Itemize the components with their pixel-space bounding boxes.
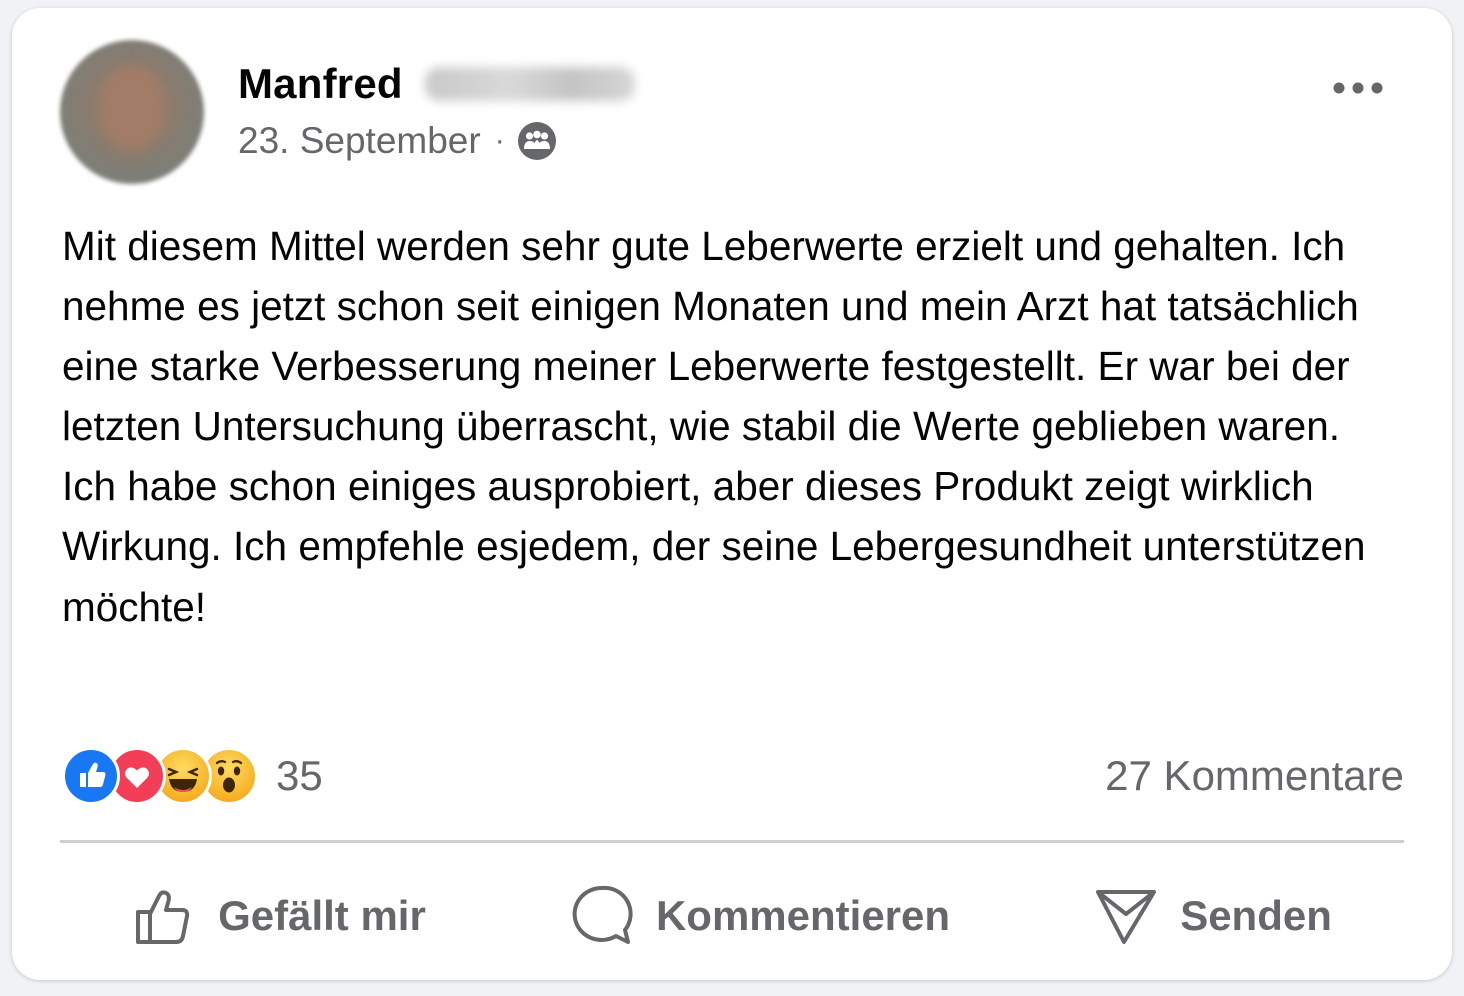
author-row: Manfred	[238, 60, 635, 108]
action-bar: Gefällt mir Kommentieren Senden	[60, 868, 1404, 964]
reactions-summary[interactable]: 35	[62, 746, 323, 806]
comment-button[interactable]: Kommentieren	[570, 884, 950, 948]
send-button-label: Senden	[1180, 892, 1332, 939]
author-surname-blurred	[424, 67, 635, 101]
comment-bubble-icon	[572, 885, 633, 944]
action-divider	[60, 840, 1404, 843]
like-button-label: Gefällt mir	[218, 892, 426, 939]
reaction-count: 35	[276, 752, 323, 799]
more-options-button[interactable]	[1328, 70, 1388, 106]
avatar[interactable]	[60, 40, 204, 184]
post-card: Manfred 23. September · Mit diesem Mitte…	[12, 8, 1452, 980]
group-icon[interactable]	[517, 121, 557, 161]
post-meta: 23. September ·	[238, 120, 557, 162]
author-name[interactable]: Manfred	[238, 60, 403, 108]
more-horizontal-icon	[1333, 82, 1383, 94]
meta-separator: ·	[494, 124, 505, 157]
comments-count[interactable]: 27 Kommentare	[1105, 752, 1404, 800]
like-reaction-icon	[62, 747, 120, 805]
comment-button-label: Kommentieren	[655, 892, 951, 939]
post-text: Mit diesem Mittel werden sehr gute Leber…	[62, 223, 1366, 630]
send-icon	[1096, 890, 1157, 944]
send-button[interactable]: Senden	[1094, 884, 1332, 948]
like-button[interactable]: Gefällt mir	[132, 884, 426, 948]
post-date[interactable]: 23. September	[238, 120, 481, 162]
avatar-blurred-face	[100, 66, 164, 150]
thumbs-up-icon	[136, 890, 190, 944]
